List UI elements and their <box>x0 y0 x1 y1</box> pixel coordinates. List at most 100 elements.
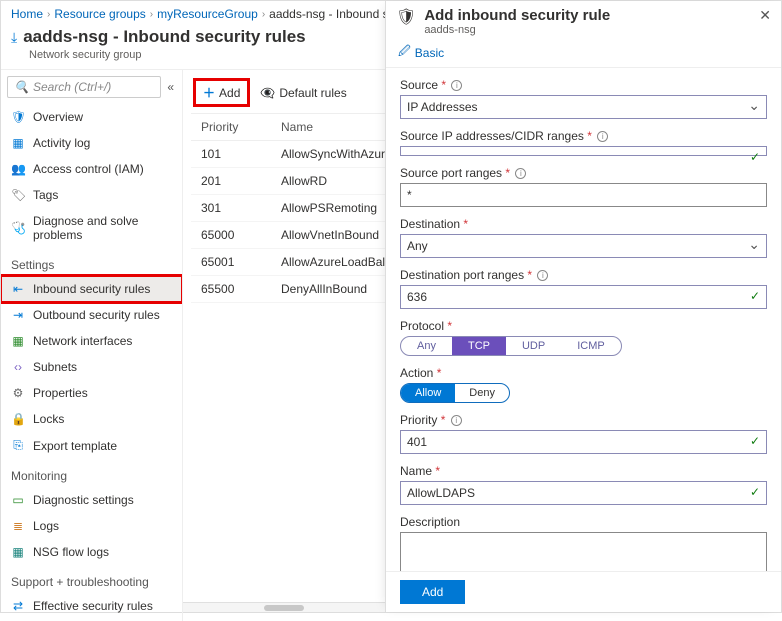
protocol-option-tcp[interactable]: TCP <box>452 337 506 355</box>
nav-label: Inbound security rules <box>33 282 150 296</box>
nav-icon: ▭ <box>11 493 25 507</box>
sidebar-item-inbound-security-rules[interactable]: ⇤ Inbound security rules <box>1 276 182 302</box>
search-placeholder: Search (Ctrl+/) <box>33 80 111 94</box>
tab-basic[interactable]: 🖉 Basic <box>398 42 444 63</box>
sidebar-item-locks[interactable]: 🔒 Locks <box>1 406 182 432</box>
cell-priority: 101 <box>191 141 271 168</box>
nav-icon: 🔒 <box>11 412 25 426</box>
sidebar-item-subnets[interactable]: ‹› Subnets <box>1 354 182 380</box>
nav-icon: ▦ <box>11 334 25 348</box>
nav-label: Activity log <box>33 136 90 150</box>
nav-label: Subnets <box>33 360 77 374</box>
sidebar-item-tags[interactable]: 🏷Tags <box>1 182 182 208</box>
label-dest-port: Destination port ranges * i <box>400 268 767 282</box>
label-action: Action * <box>400 366 767 380</box>
nav-icon: ⇤ <box>11 282 25 296</box>
sidebar-collapse-icon[interactable]: « <box>165 80 176 94</box>
breadcrumb-rg[interactable]: Resource groups <box>54 7 145 21</box>
sidebar-item-access-control-iam-[interactable]: 👥Access control (IAM) <box>1 156 182 182</box>
sidebar-item-overview[interactable]: 🛡 Overview <box>1 104 182 130</box>
action-group: AllowDeny <box>400 383 510 403</box>
sidebar: 🔍 Search (Ctrl+/) « 🛡 Overview ▦ Activity l… <box>1 70 183 621</box>
default-rules-button[interactable]: 👁‍🗨 Default rules <box>260 86 346 100</box>
horizontal-scrollbar[interactable] <box>183 602 385 612</box>
nav-label: Overview <box>33 110 83 124</box>
pin-icon[interactable]: ⤓ <box>11 29 17 46</box>
cell-priority: 65001 <box>191 249 271 276</box>
source-select[interactable]: IP Addresses <box>400 95 767 119</box>
nav-label: Effective security rules <box>33 599 153 613</box>
nav-icon: ‹› <box>11 360 25 374</box>
default-rules-label: Default rules <box>279 86 346 100</box>
source-port-input[interactable]: * <box>400 183 767 207</box>
info-icon[interactable]: i <box>451 80 462 91</box>
panel-add-button[interactable]: Add <box>400 580 465 604</box>
nav-label: Properties <box>33 386 88 400</box>
label-description: Description <box>400 515 767 529</box>
name-input[interactable]: AllowLDAPS <box>400 481 767 505</box>
search-icon: 🔍 <box>14 80 29 94</box>
protocol-group: AnyTCPUDPICMP <box>400 336 622 356</box>
default-rules-icon: 👁‍🗨 <box>260 86 275 100</box>
nav-label: Diagnostic settings <box>33 493 134 507</box>
sidebar-item-diagnose-and-solve-problems[interactable]: 🩺 Diagnose and solve problems <box>1 208 182 248</box>
label-source: Source * i <box>400 78 767 92</box>
breadcrumb-home[interactable]: Home <box>11 7 43 21</box>
col-priority[interactable]: Priority <box>191 114 271 141</box>
protocol-option-udp[interactable]: UDP <box>506 337 561 355</box>
action-option-deny[interactable]: Deny <box>455 384 509 402</box>
sidebar-item-export-template[interactable]: ⎘ Export template <box>1 432 182 459</box>
nav-label: Export template <box>33 439 117 453</box>
nav-label: Locks <box>33 412 64 426</box>
panel-subtitle: aadds-nsg <box>424 24 610 36</box>
nav-label: Tags <box>33 188 58 202</box>
nav-label: Logs <box>33 519 59 533</box>
panel-close-icon[interactable]: ✕ <box>759 7 771 24</box>
info-icon[interactable]: i <box>515 168 526 179</box>
sidebar-item-nsg-flow-logs[interactable]: ▦ NSG flow logs <box>1 539 182 565</box>
shield-icon: 🛡 <box>396 7 416 27</box>
nav-icon: ⎘ <box>11 438 25 453</box>
cell-priority: 301 <box>191 195 271 222</box>
source-ip-input[interactable] <box>400 146 767 156</box>
info-icon[interactable]: i <box>451 415 462 426</box>
nav-icon: 🩺 <box>11 221 25 235</box>
dest-port-input[interactable]: 636 <box>400 285 767 309</box>
breadcrumb-my-rg[interactable]: myResourceGroup <box>157 7 258 21</box>
add-button[interactable]: ＋ Add <box>197 82 246 103</box>
nav-label: Diagnose and solve problems <box>33 214 172 242</box>
nav-label: NSG flow logs <box>33 545 109 559</box>
sidebar-item-properties[interactable]: ⚙ Properties <box>1 380 182 406</box>
sidebar-item-effective-security-rules[interactable]: ⇄ Effective security rules <box>1 593 182 619</box>
label-protocol: Protocol * <box>400 319 767 333</box>
info-icon[interactable]: i <box>597 131 608 142</box>
action-option-allow[interactable]: Allow <box>401 384 455 402</box>
wand-icon: 🖉 <box>398 42 411 63</box>
sidebar-item-diagnostic-settings[interactable]: ▭ Diagnostic settings <box>1 487 182 513</box>
tab-basic-label: Basic <box>415 46 444 60</box>
nav-icon: 🛡 <box>11 110 25 124</box>
sidebar-item-activity-log[interactable]: ▦ Activity log <box>1 130 182 156</box>
label-source-ip: Source IP addresses/CIDR ranges * i <box>400 129 767 143</box>
cell-priority: 65000 <box>191 222 271 249</box>
destination-select[interactable]: Any <box>400 234 767 258</box>
sidebar-item-logs[interactable]: ≣Logs <box>1 513 182 539</box>
search-input[interactable]: 🔍 Search (Ctrl+/) <box>7 76 161 98</box>
sidebar-item-outbound-security-rules[interactable]: ⇥Outbound security rules <box>1 302 182 328</box>
cell-priority: 65500 <box>191 276 271 303</box>
label-name: Name * <box>400 464 767 478</box>
nav-icon: ⚙ <box>11 386 25 400</box>
info-icon[interactable]: i <box>537 270 548 281</box>
sidebar-item-network-interfaces[interactable]: ▦Network interfaces <box>1 328 182 354</box>
section-settings: Settings <box>1 248 182 276</box>
cell-priority: 201 <box>191 168 271 195</box>
protocol-option-any[interactable]: Any <box>401 337 452 355</box>
protocol-option-icmp[interactable]: ICMP <box>561 337 621 355</box>
description-input[interactable] <box>400 532 767 571</box>
nav-icon: ▦ <box>11 136 25 150</box>
priority-input[interactable]: 401 <box>400 430 767 454</box>
plus-icon: ＋ <box>203 84 215 101</box>
nav-icon: ⇄ <box>11 599 25 613</box>
section-monitoring: Monitoring <box>1 459 182 487</box>
nav-icon: ▦ <box>11 545 25 559</box>
